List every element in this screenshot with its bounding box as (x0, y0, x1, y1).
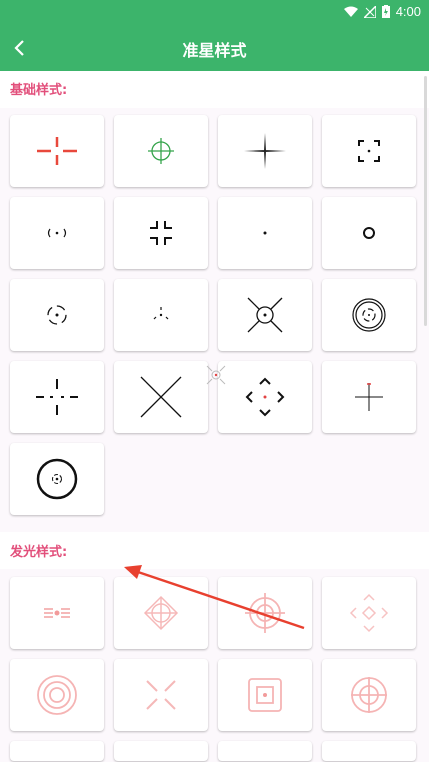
thin-cross-icon (244, 133, 286, 169)
style-option[interactable] (322, 577, 416, 649)
glow-diamond-arrows-icon (349, 593, 389, 633)
dot-icon (263, 231, 267, 235)
green-circle-crosshair-icon (148, 138, 174, 164)
red-crosshair-icon (37, 137, 77, 165)
page-title: 准星样式 (182, 41, 247, 60)
diamond-arrows-icon (245, 377, 285, 417)
gap-cross-icon (150, 221, 172, 245)
style-option[interactable] (10, 361, 104, 433)
dashed-circle-dot-icon (47, 305, 67, 325)
glow-x-icon (146, 680, 176, 710)
x-cross-circle-icon (247, 297, 283, 333)
large-x-icon (140, 376, 182, 418)
tri-dot-icon (153, 307, 169, 320)
status-bar: 4:00 (0, 0, 429, 25)
glow-square-icon (248, 678, 282, 712)
style-option[interactable] (218, 577, 312, 649)
status-time: 4:00 (395, 4, 421, 19)
style-option[interactable] (10, 741, 104, 761)
bold-ring-dot-icon (36, 458, 78, 500)
style-option[interactable] (218, 115, 312, 187)
style-option[interactable] (10, 659, 104, 731)
corner-bracket-icon (358, 140, 380, 162)
dashed-cross-icon (36, 379, 78, 415)
style-option[interactable] (10, 197, 104, 269)
style-option[interactable] (322, 741, 416, 761)
glow-diamond-circle-icon (143, 595, 179, 631)
section-title-glow: 发光样式: (10, 545, 68, 560)
style-option[interactable] (10, 279, 104, 351)
battery-icon (381, 5, 390, 18)
glow-scope-icon (245, 593, 285, 633)
style-option[interactable] (218, 741, 312, 761)
style-option[interactable] (10, 115, 104, 187)
style-option[interactable] (322, 197, 416, 269)
style-option[interactable] (218, 279, 312, 351)
small-x-circle-icon (206, 365, 226, 385)
basic-style-grid (10, 115, 418, 515)
section-title-basic: 基础样式: (10, 83, 68, 98)
glow-style-grid (10, 577, 418, 761)
style-option[interactable] (114, 197, 208, 269)
style-option[interactable] (114, 361, 208, 433)
style-option[interactable] (114, 279, 208, 351)
style-option[interactable] (114, 659, 208, 731)
style-option[interactable] (322, 279, 416, 351)
style-option[interactable] (206, 361, 312, 433)
double-ring-icon (352, 298, 386, 332)
bracket-dot-icon (47, 228, 67, 238)
glow-bars-icon (44, 608, 70, 618)
style-option[interactable] (322, 659, 416, 731)
style-option[interactable] (322, 115, 416, 187)
style-option[interactable] (114, 115, 208, 187)
wifi-icon (343, 6, 358, 17)
style-option[interactable] (218, 197, 312, 269)
style-option[interactable] (322, 361, 416, 433)
thin-plus-red-dot-icon (355, 383, 383, 411)
style-option[interactable] (114, 741, 208, 761)
signal-icon (363, 5, 376, 18)
glow-rings-icon (37, 675, 77, 715)
glow-target-icon (351, 677, 387, 713)
scrollbar[interactable] (424, 76, 427, 326)
small-ring-icon (363, 227, 375, 239)
style-option[interactable] (10, 443, 104, 515)
style-option[interactable] (114, 577, 208, 649)
app-bar: 准星样式 (0, 25, 429, 71)
style-option[interactable] (10, 577, 104, 649)
style-option[interactable] (218, 659, 312, 731)
